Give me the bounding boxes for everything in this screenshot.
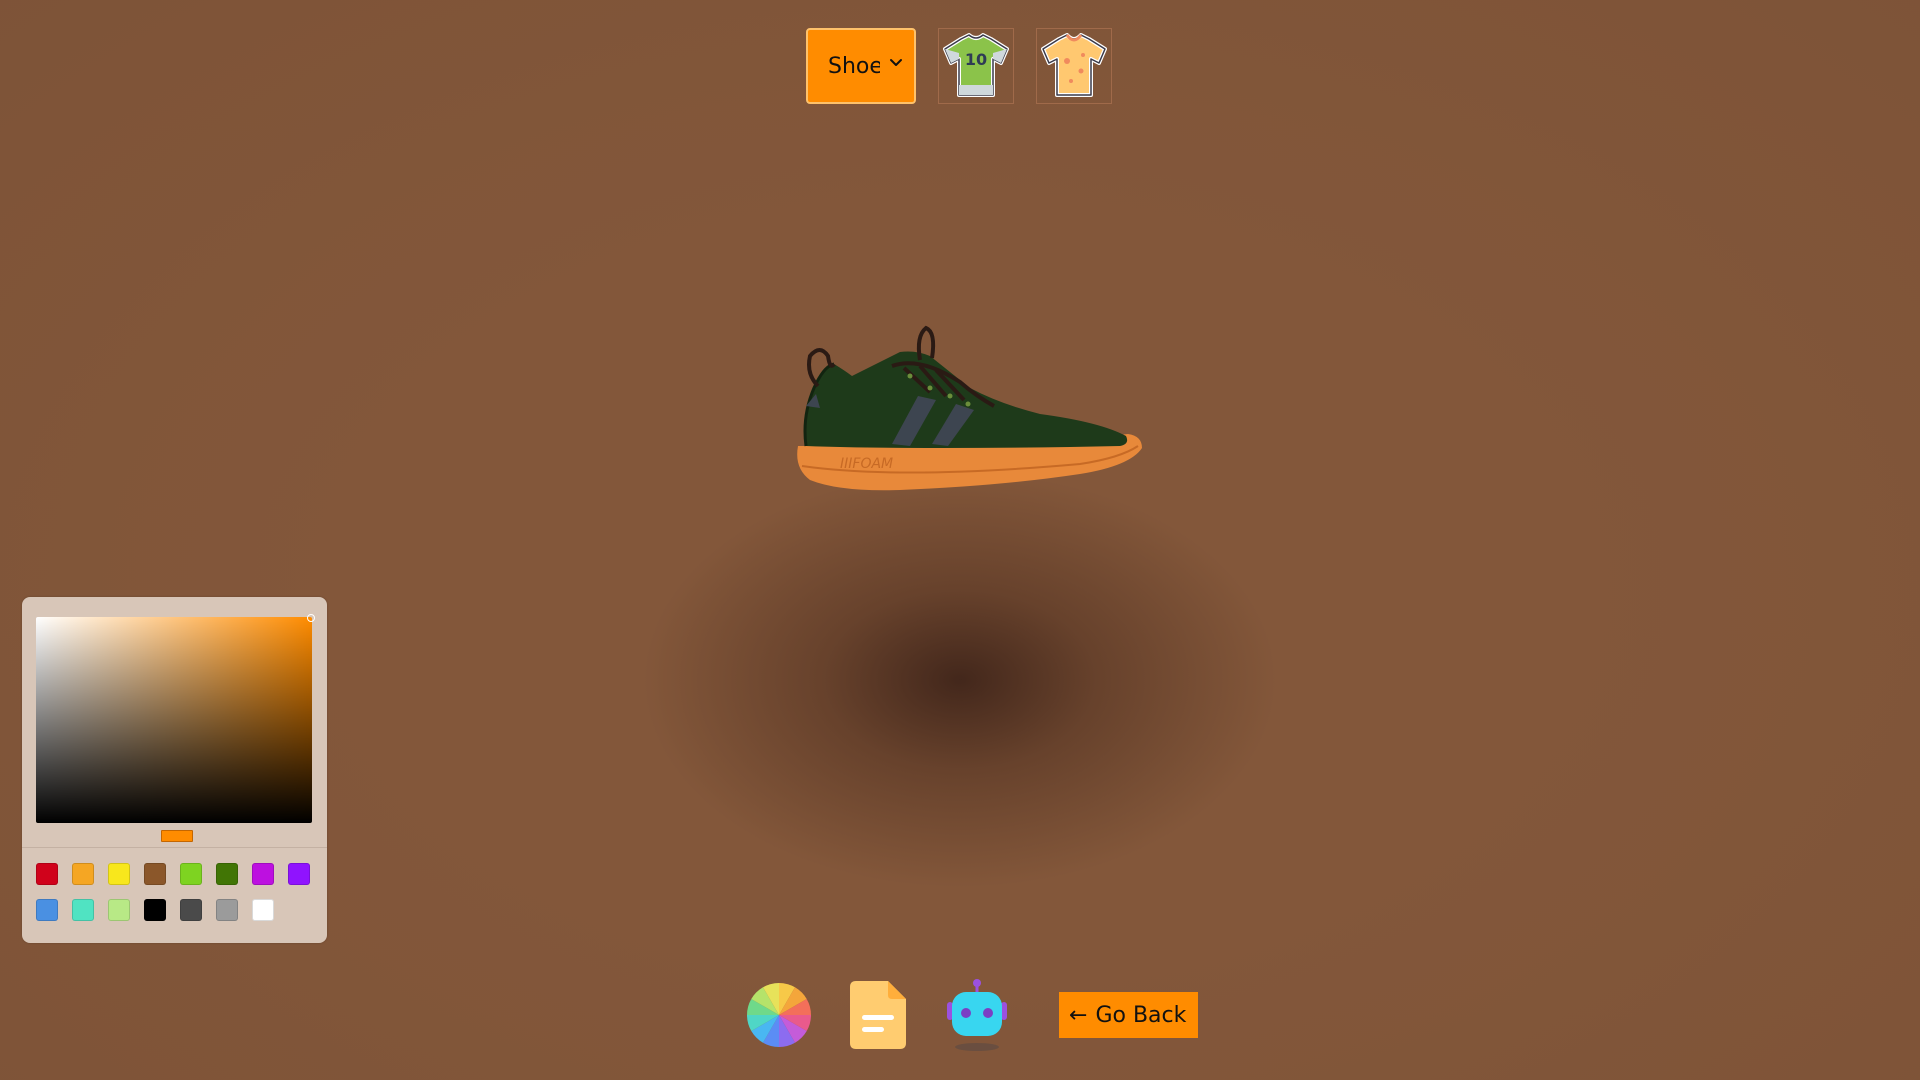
color-picker-panel — [22, 597, 327, 943]
ai-bot-button[interactable] — [940, 978, 1014, 1052]
tshirt-icon — [1041, 33, 1107, 97]
color-swatch[interactable] — [180, 899, 202, 921]
bottom-toolbar: ← Go Back — [742, 978, 1199, 1052]
color-swatch[interactable] — [72, 863, 94, 885]
model-select[interactable]: Shoe — [806, 28, 916, 104]
ai-bot-icon — [947, 979, 1007, 1051]
file-icon — [850, 981, 906, 1049]
go-back-label: Go Back — [1095, 1002, 1187, 1028]
tshirt-thumbnail-button[interactable] — [1036, 28, 1112, 104]
jersey-icon: 10 — [943, 33, 1009, 97]
sole-brand-mark: IIIFOAM — [840, 456, 893, 472]
jersey-thumbnail-button[interactable]: 10 — [938, 28, 1014, 104]
color-wheel-button[interactable] — [742, 978, 816, 1052]
model-select-value: Shoe — [828, 53, 880, 79]
color-swatch[interactable] — [108, 899, 130, 921]
color-swatch[interactable] — [72, 899, 94, 921]
color-wheel-icon — [747, 983, 811, 1047]
saturation-pointer[interactable] — [307, 614, 315, 622]
color-swatch[interactable] — [144, 863, 166, 885]
color-swatch[interactable] — [216, 899, 238, 921]
shoe-floor-shadow — [640, 470, 1280, 890]
color-swatch[interactable] — [288, 863, 310, 885]
saturation-value-area[interactable] — [36, 614, 315, 823]
chevron-down-icon — [890, 59, 902, 66]
color-swatch[interactable] — [144, 899, 166, 921]
jersey-number: 10 — [965, 50, 987, 69]
hue-slider-handle[interactable] — [161, 830, 193, 842]
file-button[interactable] — [841, 978, 915, 1052]
color-swatch[interactable] — [252, 899, 274, 921]
go-back-button[interactable]: ← Go Back — [1059, 992, 1199, 1038]
arrow-left-icon: ← — [1069, 1002, 1088, 1028]
color-swatch[interactable] — [36, 899, 58, 921]
color-swatch[interactable] — [216, 863, 238, 885]
top-toolbar: Shoe 10 — [806, 28, 1112, 104]
color-swatch[interactable] — [180, 863, 202, 885]
picker-divider — [22, 847, 327, 848]
color-swatch[interactable] — [36, 863, 58, 885]
color-swatch[interactable] — [252, 863, 274, 885]
swatch-grid — [36, 863, 310, 921]
shoe-model[interactable]: IIIFOAM — [780, 296, 1160, 506]
color-swatch[interactable] — [108, 863, 130, 885]
